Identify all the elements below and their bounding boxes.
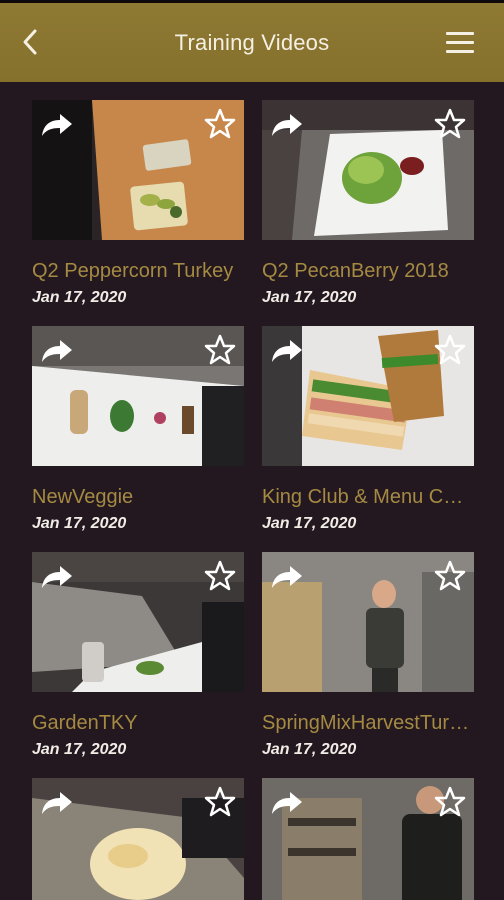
video-thumbnail[interactable]: [32, 778, 244, 900]
favorite-star-icon[interactable]: [434, 560, 466, 592]
video-title[interactable]: GardenTKY: [32, 712, 244, 735]
video-date: Jan 17, 2020: [262, 515, 357, 532]
video-thumbnail[interactable]: [262, 100, 474, 240]
favorite-star-icon[interactable]: [434, 108, 466, 140]
favorite-star-icon[interactable]: [204, 108, 236, 140]
menu-button[interactable]: [446, 31, 474, 55]
video-thumbnail[interactable]: [32, 100, 244, 240]
back-button[interactable]: [14, 25, 46, 59]
chevron-left-icon: [23, 29, 37, 55]
video-card[interactable]: Q2 Peppercorn Turkey Jan 17, 2020: [32, 100, 244, 307]
share-icon[interactable]: [270, 562, 304, 590]
video-date: Jan 17, 2020: [32, 289, 127, 306]
video-title[interactable]: Q2 Peppercorn Turkey: [32, 260, 244, 283]
video-thumbnail[interactable]: [262, 326, 474, 466]
favorite-star-icon[interactable]: [204, 334, 236, 366]
top-app-bar: Training Videos: [0, 0, 504, 82]
share-icon[interactable]: [40, 562, 74, 590]
video-thumbnail[interactable]: [32, 326, 244, 466]
video-date: Jan 17, 2020: [32, 515, 127, 532]
video-date: Jan 17, 2020: [262, 289, 357, 306]
video-title[interactable]: King Club & Menu Combo: [262, 486, 474, 509]
favorite-star-icon[interactable]: [434, 334, 466, 366]
video-title[interactable]: NewVeggie: [32, 486, 244, 509]
hamburger-menu-icon: [446, 32, 474, 35]
video-thumbnail[interactable]: [32, 552, 244, 692]
share-icon[interactable]: [270, 336, 304, 364]
favorite-star-icon[interactable]: [204, 560, 236, 592]
share-icon[interactable]: [40, 110, 74, 138]
video-card[interactable]: King Club & Menu Combo Jan 17, 2020: [262, 326, 474, 533]
share-icon[interactable]: [270, 788, 304, 816]
video-card[interactable]: SpringMixHarvestTurkey Jan 17, 2020: [262, 552, 474, 759]
share-icon[interactable]: [40, 788, 74, 816]
share-icon[interactable]: [40, 336, 74, 364]
video-card[interactable]: NewVeggie Jan 17, 2020: [32, 326, 244, 533]
video-thumbnail[interactable]: [262, 552, 474, 692]
video-date: Jan 17, 2020: [32, 741, 127, 758]
video-thumbnail[interactable]: [262, 778, 474, 900]
video-title[interactable]: SpringMixHarvestTurkey: [262, 712, 474, 735]
favorite-star-icon[interactable]: [204, 786, 236, 818]
share-icon[interactable]: [270, 110, 304, 138]
video-card[interactable]: [262, 778, 474, 900]
video-date: Jan 17, 2020: [262, 741, 357, 758]
video-card[interactable]: [32, 778, 244, 900]
favorite-star-icon[interactable]: [434, 786, 466, 818]
video-title[interactable]: Q2 PecanBerry 2018: [262, 260, 474, 283]
page-title: Training Videos: [174, 29, 330, 55]
video-card[interactable]: GardenTKY Jan 17, 2020: [32, 552, 244, 759]
video-card[interactable]: Q2 PecanBerry 2018 Jan 17, 2020: [262, 100, 474, 307]
